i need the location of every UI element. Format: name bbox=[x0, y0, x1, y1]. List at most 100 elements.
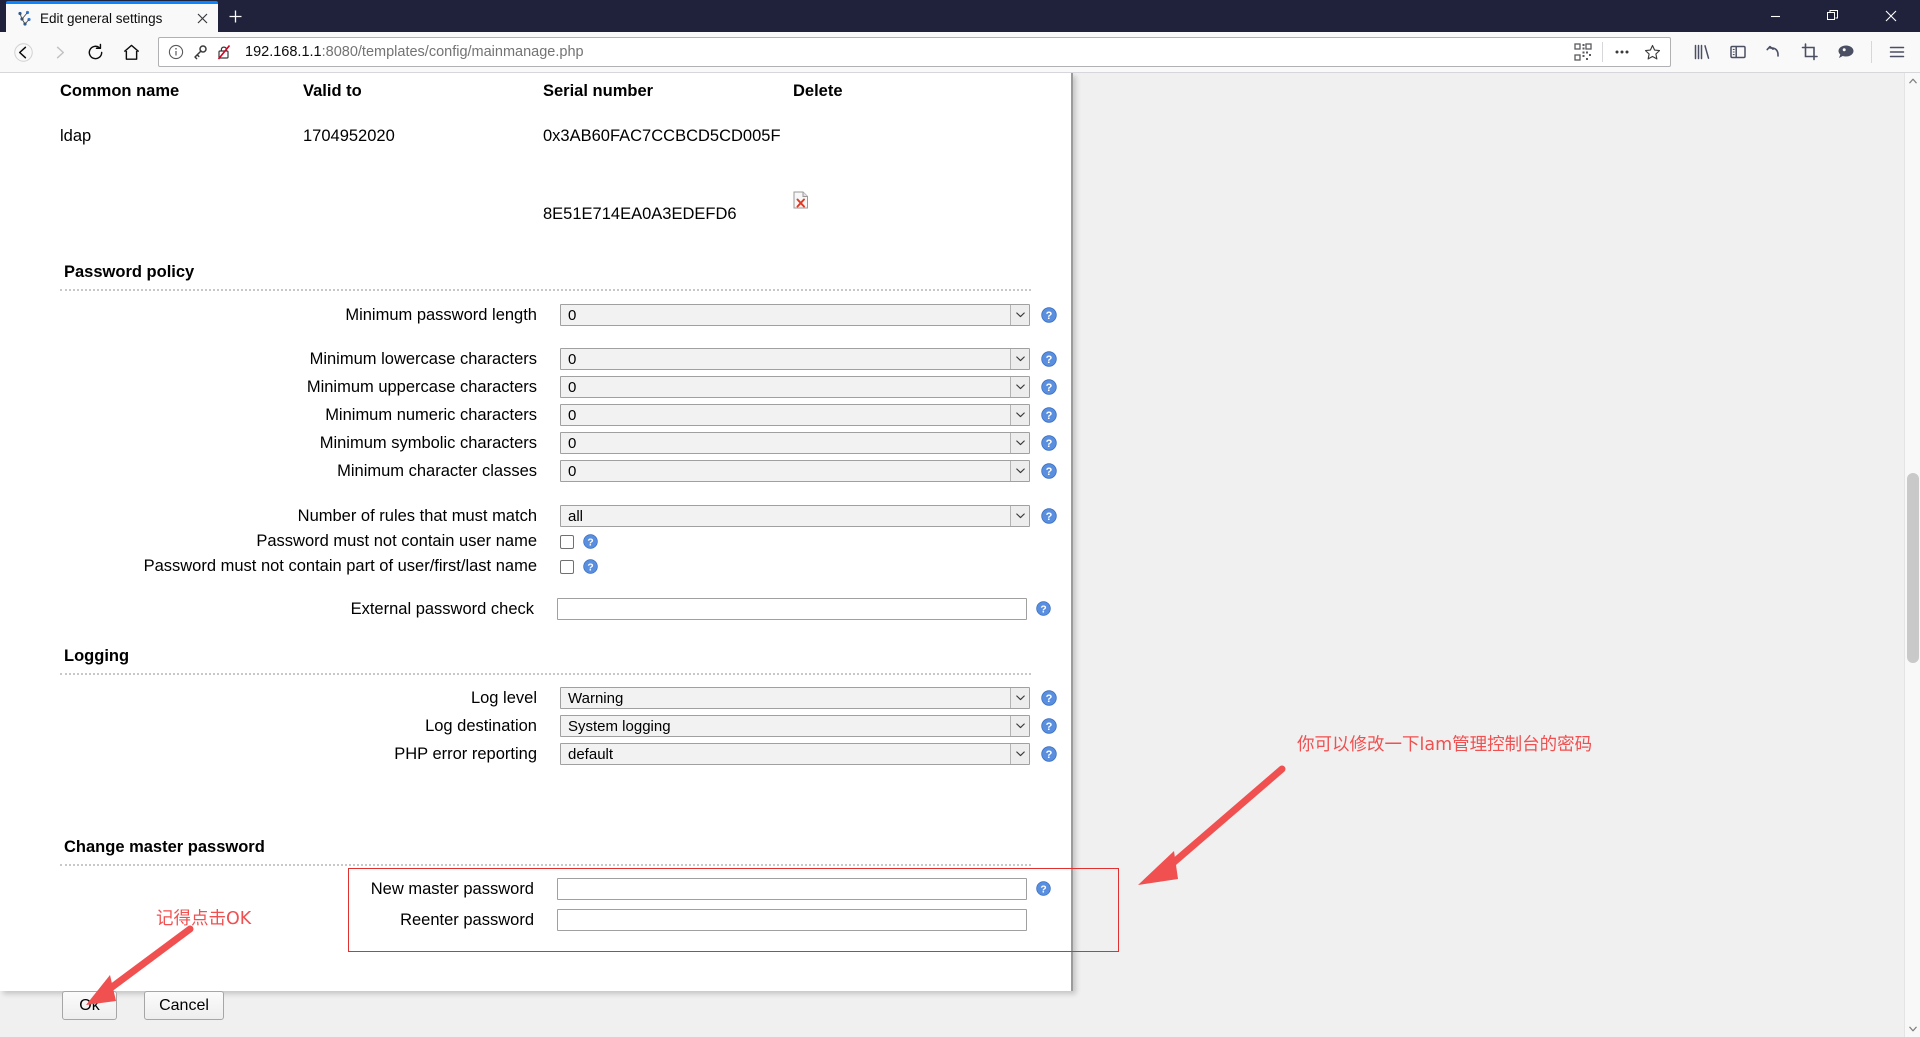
chevron-down-icon[interactable] bbox=[1010, 305, 1029, 325]
library-icon[interactable] bbox=[1685, 35, 1719, 69]
svg-text:?: ? bbox=[1046, 438, 1053, 450]
chat-bubble-icon[interactable] bbox=[1829, 35, 1863, 69]
delete-file-icon[interactable] bbox=[793, 191, 809, 209]
url-divider bbox=[1602, 42, 1603, 62]
select-minimum-uppercase-characters[interactable]: 0 bbox=[560, 376, 1030, 398]
input-external-password-check[interactable] bbox=[557, 598, 1027, 620]
label-minimum-password-length: Minimum password length bbox=[345, 305, 537, 324]
toolbar-divider bbox=[1871, 41, 1872, 63]
checkbox-no-user-name[interactable] bbox=[560, 534, 574, 549]
select-log-level[interactable]: Warning bbox=[560, 687, 1030, 709]
select-minimum-character-classes[interactable]: 0 bbox=[560, 460, 1030, 482]
select-minimum-symbolic-characters[interactable]: 0 bbox=[560, 432, 1030, 454]
table-row: ldap 1704952020 0x3AB60FAC7CCBCD5CD005F bbox=[60, 101, 980, 146]
select-value: 0 bbox=[568, 350, 577, 368]
column-header-common-name: Common name bbox=[60, 82, 180, 100]
cell-common-name: ldap bbox=[60, 127, 92, 145]
help-icon[interactable]: ? bbox=[583, 533, 599, 550]
checkbox-no-part-of-name[interactable] bbox=[560, 559, 574, 574]
page-viewport: Common name Valid to Serial number Delet… bbox=[0, 73, 1920, 1037]
select-number-of-rules[interactable]: all bbox=[560, 505, 1030, 527]
section-title-logging: Logging bbox=[64, 647, 130, 665]
column-header-valid-to: Valid to bbox=[303, 82, 362, 100]
help-icon[interactable]: ? bbox=[1041, 690, 1057, 706]
help-icon[interactable]: ? bbox=[1036, 601, 1052, 617]
select-value: all bbox=[568, 507, 584, 525]
select-php-error-reporting[interactable]: default bbox=[560, 743, 1030, 765]
select-value: 0 bbox=[568, 434, 577, 452]
url-bar[interactable]: 192.168.1.1:8080/templates/config/mainma… bbox=[158, 37, 1671, 67]
help-icon[interactable]: ? bbox=[1041, 351, 1057, 367]
chevron-down-icon[interactable] bbox=[1010, 716, 1029, 736]
section-divider-master-password bbox=[60, 864, 1031, 866]
home-icon[interactable] bbox=[114, 35, 148, 69]
star-icon[interactable] bbox=[1638, 39, 1666, 65]
select-minimum-numeric-characters[interactable]: 0 bbox=[560, 404, 1030, 426]
back-arrow-icon[interactable] bbox=[6, 35, 40, 69]
sidebar-icon[interactable] bbox=[1721, 35, 1755, 69]
annotation-password-note: 你可以修改一下lam管理控制台的密码 bbox=[1297, 735, 1593, 755]
navigation-toolbar: 192.168.1.1:8080/templates/config/mainma… bbox=[0, 32, 1920, 73]
forward-arrow-icon[interactable] bbox=[42, 35, 76, 69]
hamburger-menu-icon[interactable] bbox=[1880, 35, 1914, 69]
scroll-down-arrow-icon[interactable] bbox=[1905, 1021, 1920, 1037]
chevron-down-icon[interactable] bbox=[1010, 688, 1029, 708]
label-no-user-name: Password must not contain user name bbox=[256, 532, 537, 550]
browser-tab[interactable]: Edit general settings bbox=[6, 1, 218, 32]
key-icon[interactable] bbox=[191, 43, 209, 61]
new-tab-button[interactable] bbox=[218, 1, 252, 32]
restore-icon[interactable] bbox=[1804, 0, 1862, 32]
chevron-down-icon[interactable] bbox=[1010, 506, 1029, 526]
section-title-change-master-password: Change master password bbox=[64, 838, 265, 856]
select-log-destination[interactable]: System logging bbox=[560, 715, 1030, 737]
chevron-down-icon[interactable] bbox=[1010, 405, 1029, 425]
info-circle-icon[interactable] bbox=[167, 43, 185, 61]
qr-code-icon[interactable] bbox=[1569, 39, 1597, 65]
help-icon[interactable]: ? bbox=[583, 558, 599, 575]
reload-icon[interactable] bbox=[78, 35, 112, 69]
label-minimum-character-classes: Minimum character classes bbox=[337, 461, 537, 480]
chevron-down-icon[interactable] bbox=[1010, 349, 1029, 369]
help-icon[interactable]: ? bbox=[1041, 435, 1057, 451]
help-icon[interactable]: ? bbox=[1041, 718, 1057, 734]
field-row-no-user-name: Password must not contain user name ? bbox=[60, 532, 1070, 551]
label-log-level: Log level bbox=[470, 688, 537, 707]
close-icon[interactable] bbox=[1862, 0, 1920, 32]
chevron-down-icon[interactable] bbox=[1010, 461, 1029, 481]
help-icon[interactable]: ? bbox=[1041, 379, 1057, 395]
help-icon[interactable]: ? bbox=[1041, 746, 1057, 762]
page-scrollbar[interactable] bbox=[1904, 73, 1920, 1037]
label-minimum-symbolic-characters: Minimum symbolic characters bbox=[319, 433, 537, 452]
column-header-delete: Delete bbox=[793, 82, 843, 100]
chevron-down-icon[interactable] bbox=[1010, 433, 1029, 453]
scrollbar-thumb[interactable] bbox=[1907, 473, 1919, 663]
field-row-minimum-password-length: Minimum password length 0 ? bbox=[60, 304, 1070, 326]
crop-icon[interactable] bbox=[1793, 35, 1827, 69]
tab-close-icon[interactable] bbox=[192, 8, 212, 28]
field-row-log-level: Log level Warning ? bbox=[60, 687, 1070, 709]
scroll-up-arrow-icon[interactable] bbox=[1905, 73, 1920, 89]
chevron-down-icon[interactable] bbox=[1010, 744, 1029, 764]
label-log-destination: Log destination bbox=[425, 716, 537, 735]
minimize-icon[interactable] bbox=[1746, 0, 1804, 32]
select-minimum-lowercase-characters[interactable]: 0 bbox=[560, 348, 1030, 370]
label-no-part-of-name: Password must not contain part of user/f… bbox=[143, 557, 537, 575]
svg-text:?: ? bbox=[1046, 721, 1053, 733]
undo-arrow-icon[interactable] bbox=[1757, 35, 1791, 69]
column-header-serial-number: Serial number bbox=[543, 82, 654, 100]
field-row-external-password-check: External password check ? bbox=[60, 598, 1070, 620]
broken-lock-icon[interactable] bbox=[215, 43, 233, 61]
select-value: 0 bbox=[568, 462, 577, 480]
svg-text:?: ? bbox=[1046, 749, 1053, 761]
help-icon[interactable]: ? bbox=[1041, 407, 1057, 423]
help-icon[interactable]: ? bbox=[1041, 307, 1057, 323]
help-icon[interactable]: ? bbox=[1041, 508, 1057, 524]
help-icon[interactable]: ? bbox=[1041, 463, 1057, 479]
url-text: 192.168.1.1:8080/templates/config/mainma… bbox=[239, 44, 1563, 60]
browser-window: Edit general settings 192.168.1.1:8080/t… bbox=[0, 0, 1920, 1037]
ellipsis-icon[interactable] bbox=[1608, 39, 1636, 65]
browser-actions-toolbar bbox=[1681, 35, 1914, 69]
select-minimum-password-length[interactable]: 0 bbox=[560, 304, 1030, 326]
chevron-down-icon[interactable] bbox=[1010, 377, 1029, 397]
field-row-log-destination: Log destination System logging ? bbox=[60, 715, 1070, 737]
